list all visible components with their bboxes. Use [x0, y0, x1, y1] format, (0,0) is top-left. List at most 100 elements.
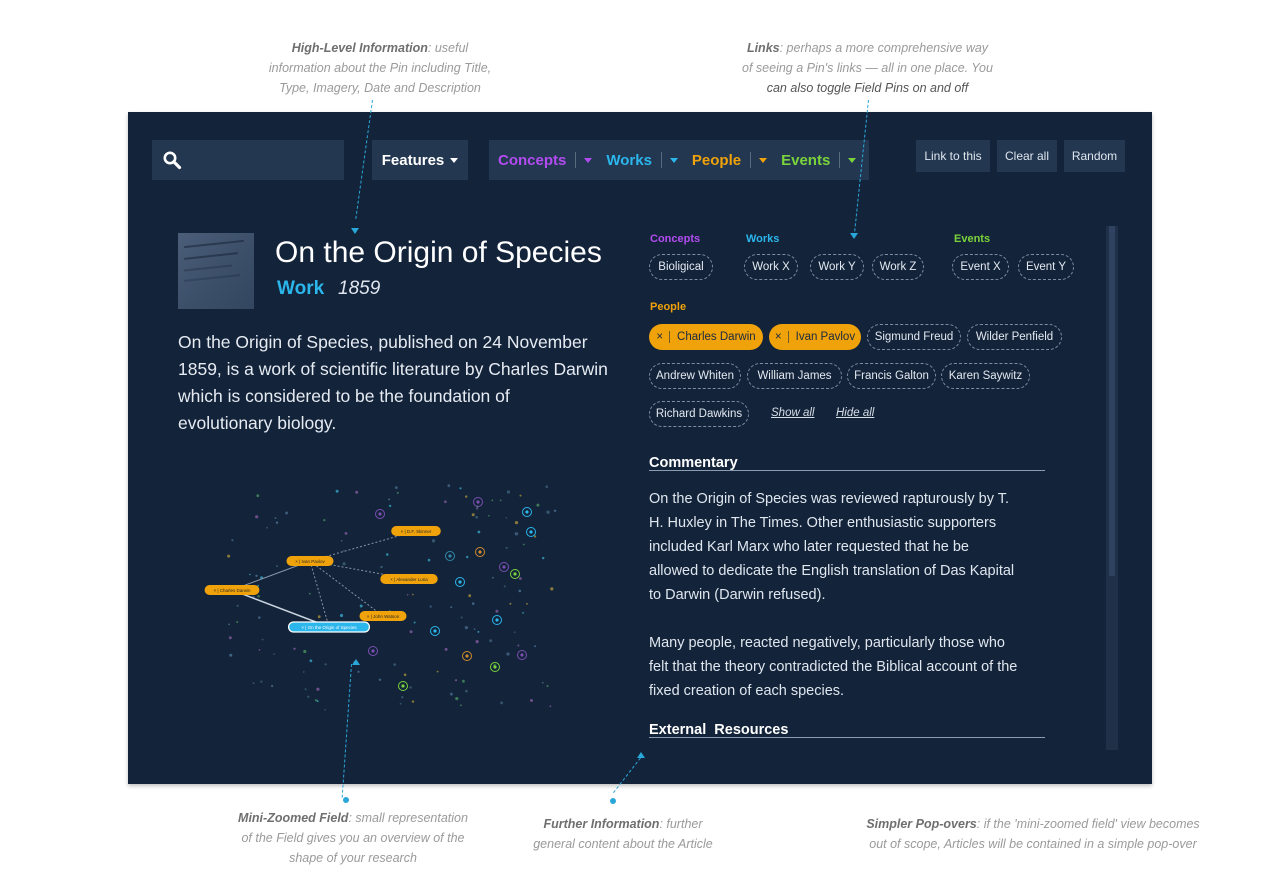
- field-dot: [403, 673, 407, 677]
- field-node-label: × | John Watson: [367, 614, 400, 619]
- field-dot: [388, 504, 392, 508]
- link-pill-event[interactable]: Event Y: [1018, 254, 1074, 280]
- people-heading: People: [650, 301, 687, 313]
- field-dot: [477, 630, 480, 633]
- field-dot: [462, 679, 465, 683]
- field-dot: [260, 680, 263, 683]
- field-dot: [323, 519, 326, 522]
- arrow-icon: [850, 233, 858, 239]
- link-pill-person[interactable]: Karen Saywitz: [941, 363, 1030, 389]
- link-pill-event[interactable]: Event X: [952, 254, 1009, 280]
- field-dot: [388, 498, 391, 501]
- filter-events[interactable]: Events: [781, 152, 857, 169]
- link-pill-person-active[interactable]: × Charles Darwin: [649, 324, 763, 350]
- field-node-label: × | Charles Darwin: [213, 588, 251, 593]
- field-dot: [380, 565, 383, 569]
- field-node: × | Ivan Pavlov: [286, 556, 334, 566]
- field-dot: [429, 605, 432, 608]
- link-pill-concept[interactable]: Bioligical: [649, 254, 713, 280]
- field-node-label: × | Alexander Luria: [390, 577, 428, 582]
- field-dot: [471, 602, 475, 605]
- pin-description: On the Origin of Species, published on 2…: [178, 332, 608, 433]
- pin-detail-panel: Features Concepts Works People Events Li…: [128, 112, 1152, 784]
- random-button[interactable]: Random: [1064, 140, 1125, 172]
- field-ring-dot: [493, 665, 497, 669]
- field-dot: [228, 623, 231, 626]
- field-dot: [513, 631, 516, 633]
- field-dot: [378, 678, 382, 681]
- field-edge: [309, 560, 384, 617]
- hide-all-link[interactable]: Hide all: [836, 407, 874, 419]
- field-dot: [491, 499, 494, 502]
- link-pill-person[interactable]: Francis Galton: [847, 363, 936, 389]
- link-pill-person[interactable]: Wilder Penfield: [967, 324, 1062, 350]
- field-ring-dot: [520, 653, 524, 657]
- field-dot: [304, 688, 307, 691]
- field-node: × | John Watson: [359, 611, 407, 621]
- field-dot: [541, 681, 544, 684]
- field-dot: [412, 593, 414, 596]
- field-node: × | Charles Darwin: [204, 585, 260, 595]
- field-dot: [335, 489, 339, 493]
- chevron-down-icon: [669, 157, 678, 163]
- field-ring-dot: [478, 550, 482, 554]
- field-dot: [534, 645, 536, 648]
- link-pill-person[interactable]: Sigmund Freud: [867, 324, 961, 350]
- leader-dot-icon: [610, 798, 616, 804]
- field-dot: [514, 521, 519, 525]
- field-dot: [274, 517, 277, 519]
- field-dot: [526, 602, 528, 605]
- external-resources-heading: External Resources: [649, 722, 789, 738]
- link-pill-work[interactable]: Work Y: [810, 254, 864, 280]
- field-dot: [411, 700, 415, 703]
- field-dot: [455, 697, 459, 701]
- link-pill-work[interactable]: Work X: [744, 254, 798, 280]
- filter-people[interactable]: People: [692, 152, 768, 169]
- field-dot: [258, 616, 261, 619]
- field-dot: [413, 621, 416, 624]
- chevron-down-icon: [759, 157, 768, 163]
- link-pill-person-active[interactable]: × Ivan Pavlov: [769, 324, 861, 350]
- search-icon: [163, 151, 182, 170]
- link-pill-work[interactable]: Work Z: [872, 254, 924, 280]
- search-input[interactable]: [152, 140, 344, 180]
- field-node-label: × | On the Origin of Species: [301, 625, 357, 630]
- field-dot: [546, 510, 550, 514]
- filter-separator: [660, 152, 662, 168]
- close-icon[interactable]: ×: [775, 331, 782, 343]
- field-dot: [488, 514, 490, 517]
- pin-title: On the Origin of Species: [275, 236, 602, 269]
- filter-works[interactable]: Works: [606, 152, 678, 169]
- close-icon[interactable]: ×: [656, 331, 663, 343]
- field-ring-dot: [495, 618, 499, 622]
- clear-all-button[interactable]: Clear all: [997, 140, 1057, 172]
- link-to-this-button[interactable]: Link to this: [916, 140, 990, 172]
- link-pill-person[interactable]: Andrew Whiten: [649, 363, 741, 389]
- field-dot: [468, 594, 472, 598]
- field-dot: [256, 494, 260, 498]
- mini-zoomed-field[interactable]: × | Charles Darwin × | Ivan Pavlov × | D.F…: [188, 480, 588, 720]
- field-dot: [261, 638, 264, 641]
- field-dot: [231, 539, 234, 542]
- field-dot: [477, 530, 481, 534]
- filter-separator: [575, 152, 577, 168]
- scrollbar-thumb[interactable]: [1109, 226, 1115, 576]
- field-dot: [542, 556, 545, 560]
- link-pill-person[interactable]: Richard Dawkins: [649, 401, 749, 427]
- field-ring-dot: [525, 510, 529, 514]
- field-dot: [505, 546, 508, 549]
- field-dot: [401, 696, 404, 699]
- link-pill-person[interactable]: William James: [747, 363, 842, 389]
- field-dot: [444, 647, 448, 651]
- field-dot: [357, 670, 360, 673]
- field-dot: [285, 511, 289, 515]
- field-dot: [394, 486, 398, 489]
- field-dot: [503, 585, 506, 588]
- field-dot: [454, 679, 458, 682]
- field-ring-dot: [465, 654, 469, 658]
- show-all-link[interactable]: Show all: [771, 407, 814, 419]
- filter-concepts[interactable]: Concepts: [498, 152, 593, 169]
- features-dropdown[interactable]: Features: [372, 140, 468, 180]
- arrow-icon: [637, 752, 645, 758]
- field-dot: [255, 515, 259, 519]
